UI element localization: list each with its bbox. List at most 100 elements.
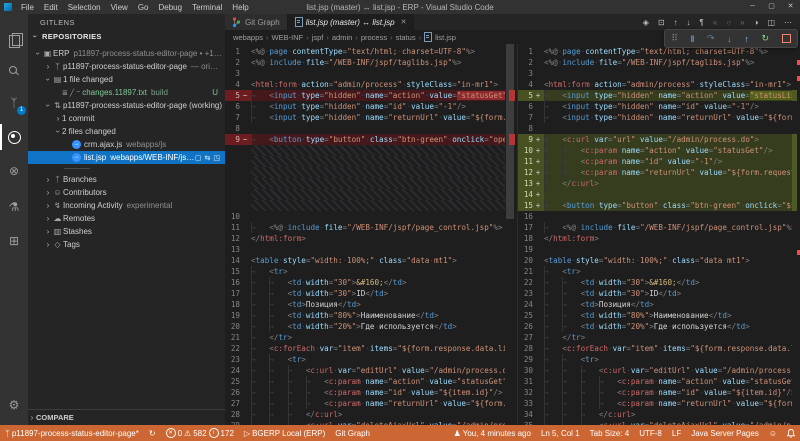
breadcrumb-item[interactable]: WEB-INF	[272, 33, 304, 42]
step-into-icon[interactable]: ↓	[727, 34, 732, 44]
previous-change-icon[interactable]: ↑	[674, 18, 678, 27]
manage-gear-icon[interactable]: ⚙	[0, 392, 28, 418]
code-line[interactable]: 32→→→→<c:param·name="id"·value="${item.i…	[518, 387, 792, 398]
tree-item[interactable]: ›▣ERPp11897-process-status-editor-page •…	[28, 47, 225, 60]
problems[interactable]: ✕ 0 ⚠ 582 i 172	[161, 428, 239, 438]
code-line[interactable]: 19→→<td·width="80%">Наименование</td>	[225, 310, 505, 321]
gitlens-icon[interactable]	[0, 124, 28, 150]
menu-edit[interactable]: Edit	[39, 3, 63, 12]
code-line[interactable]: 2<%@·include·file="/WEB-INF/jspf/taglibs…	[225, 57, 505, 68]
project-manager-icon[interactable]: ⊞	[0, 228, 28, 254]
debug-launch[interactable]: ▷BGERP Local (ERP)	[239, 429, 330, 438]
sync-status[interactable]: ↻	[144, 429, 161, 438]
code-line[interactable]: 18</html:form>	[518, 233, 792, 244]
code-line[interactable]: 7→<input·type="hidden"·name="returnUrl"·…	[518, 112, 792, 123]
tab-size[interactable]: Tab Size: 4	[585, 429, 635, 438]
chevron-down-icon[interactable]: ›	[44, 102, 53, 110]
code-line[interactable]: 9+→<c:url·var="url"·value="/admin/proces…	[518, 134, 792, 145]
open-changes-icon[interactable]: ⇆	[205, 154, 211, 162]
code-line[interactable]: 3	[225, 68, 505, 79]
chevron-right-icon[interactable]: ›	[44, 62, 52, 71]
code-line[interactable]: 24→→<td>Позиция</td>	[518, 299, 792, 310]
menu-file[interactable]: File	[16, 3, 39, 12]
code-line[interactable]: 6→<input·type="hidden"·name="id"·value="…	[518, 101, 792, 112]
code-line[interactable]: 4<html:form·action="admin/process"·style…	[225, 79, 505, 90]
notifications-bell-icon[interactable]	[782, 429, 800, 438]
code-line[interactable]: 15→<tr>	[225, 266, 505, 277]
working-comparison-icon[interactable]: ○	[726, 18, 731, 27]
cursor-position[interactable]: Ln 5, Col 1	[536, 429, 585, 438]
tree-item[interactable]: ›▤1 file changed	[28, 73, 225, 86]
breadcrumb-item[interactable]: jspf	[312, 33, 324, 42]
maximize-button[interactable]: ▢	[762, 0, 781, 14]
code-line[interactable]: 10+→→<c:param·name="action"·value="statu…	[518, 145, 792, 156]
step-out-icon[interactable]: ↑	[744, 34, 749, 44]
code-line[interactable]: 1<%@·page·contentType="text/html;·charse…	[225, 46, 505, 57]
step-over-icon[interactable]: ↷	[707, 33, 715, 44]
tree-item[interactable]: ›⇅p11897-process-status-editor-page (wor…	[28, 99, 225, 112]
code-line[interactable]: 13	[225, 244, 505, 255]
menu-view[interactable]: View	[106, 3, 133, 12]
code-line[interactable]: 10	[225, 211, 505, 222]
code-line[interactable]: 31→→→→<c:param·name="action"·value="stat…	[518, 376, 792, 387]
code-line[interactable]: 13+→</c:url>	[518, 178, 792, 189]
minimize-button[interactable]: ─	[743, 0, 762, 14]
scrollbar-left[interactable]	[506, 44, 514, 219]
code-line[interactable]: 25→→→→<c:param·name="action"·value="stat…	[225, 376, 505, 387]
breadcrumb-item[interactable]: status	[396, 33, 416, 42]
whitespace-toggle-icon[interactable]: ¶	[700, 18, 704, 27]
code-line[interactable]: 22→<c:forEach·var="item"·items="${form.r…	[225, 343, 505, 354]
tab-list-jsp-diff[interactable]: list.jsp (master) ↔ list.jsp ✕	[288, 14, 415, 30]
code-line[interactable]: 24→→→<c:url·var="editUrl"·value="/admin/…	[225, 365, 505, 376]
code-line[interactable]: 23→→<td·width="30">ID</td>	[518, 288, 792, 299]
code-line[interactable]: 8	[225, 123, 505, 134]
more-actions-icon[interactable]: ⋯	[784, 18, 792, 27]
code-line[interactable]: 23→→<tr>	[225, 354, 505, 365]
chevron-right-icon[interactable]: ›	[44, 175, 52, 184]
code-line[interactable]: 21→</tr>	[225, 332, 505, 343]
code-line[interactable]: 28→<c:forEach·var="item"·items="${form.r…	[518, 343, 792, 354]
code-line[interactable]: 26→→→→<c:param·name="id"·value="${item.i…	[225, 387, 505, 398]
breadcrumb-item[interactable]: webapps	[233, 33, 263, 42]
code-line[interactable]: 14<table·style="width:·100%;"·class="dat…	[225, 255, 505, 266]
code-line[interactable]: 11→<%@·include·file="/WEB-INF/jspf/page_…	[225, 222, 505, 233]
tree-item[interactable]: ›ᛉp11897-process-status-editor-page— ori…	[28, 60, 225, 73]
tab-git-graph[interactable]: Git Graph	[225, 14, 288, 30]
chevron-right-icon[interactable]: ›	[44, 240, 52, 249]
code-line[interactable]: 16	[518, 211, 792, 222]
chevron-right-icon[interactable]: ›	[44, 188, 52, 197]
code-line[interactable]: 25→→<td·width="80%">Наименование</td>	[518, 310, 792, 321]
tree-item[interactable]: →crm.ajax.jswebapps/js	[28, 138, 225, 151]
code-line[interactable]: 33→→→→<c:param·name="returnUrl"·value="$…	[518, 398, 792, 409]
diff-pane-modified[interactable]: 1<%@·page·contentType="text/html;·charse…	[517, 44, 800, 425]
code-line[interactable]: 20<table·style="width:·100%;"·class="dat…	[518, 255, 792, 266]
code-line[interactable]: 11+→→<c:param·name="id"·value="-1"/>	[518, 156, 792, 167]
breadcrumb-item[interactable]: admin	[332, 33, 352, 42]
pause-icon[interactable]: ‖	[691, 34, 695, 44]
code-line[interactable]: 8	[518, 123, 792, 134]
tree-item[interactable]: →list.jspwebapps/WEB-INF/jspf/admin/pr…▢…	[28, 151, 225, 164]
gitlens-compare-icon[interactable]: ◈	[643, 18, 649, 27]
menu-help[interactable]: Help	[227, 3, 253, 12]
diff-pane-original[interactable]: 1<%@·page·contentType="text/html;·charse…	[225, 44, 517, 425]
code-line[interactable]: 16→→<td·width="30">&#160;</td>	[225, 277, 505, 288]
next-change-icon[interactable]: ↓	[687, 18, 691, 27]
code-line[interactable]: 3	[518, 68, 792, 79]
tree-item[interactable]: ›◇Tags	[28, 238, 225, 251]
toggle-unchanged-icon[interactable]: ◑	[754, 18, 759, 27]
encoding[interactable]: UTF-8	[634, 429, 667, 438]
next-comparison-icon[interactable]: »	[740, 18, 744, 27]
code-line[interactable]: 28→→→</c:url>	[225, 409, 505, 420]
tree-item[interactable]: ›↯Incoming Activityexperimental	[28, 199, 225, 212]
gitlens-inspect-icon[interactable]: ⊗	[0, 158, 28, 184]
gitlens-blame[interactable]: ♟You, 4 minutes ago	[449, 429, 536, 438]
menu-go[interactable]: Go	[133, 3, 154, 12]
open-file-icon[interactable]: ▢	[195, 154, 202, 162]
branch-status[interactable]: ᛉp11897-process-status-editor-page*	[0, 429, 144, 438]
chevron-right-icon[interactable]: ›	[44, 201, 52, 210]
code-line[interactable]: 34→→→</c:url>	[518, 409, 792, 420]
compare-section-header[interactable]: › COMPARE	[28, 409, 225, 425]
chevron-down-icon[interactable]: ›	[34, 50, 43, 58]
code-line[interactable]: 6→<input·type="hidden"·name="id"·value="…	[225, 101, 505, 112]
code-line[interactable]: 15+→<button·type="button"·class="btn-gre…	[518, 200, 792, 211]
